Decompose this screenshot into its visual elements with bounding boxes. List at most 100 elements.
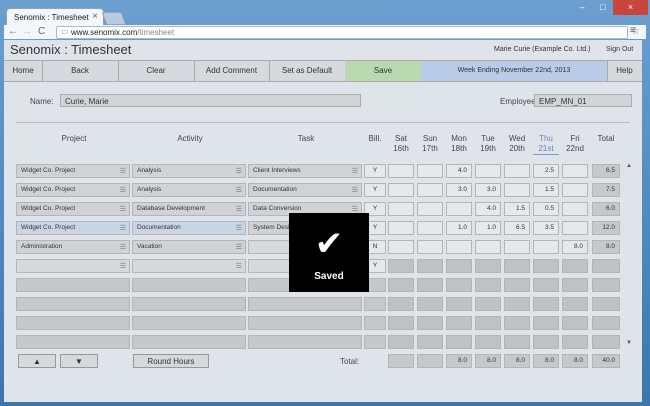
new-tab-button[interactable] xyxy=(101,12,127,25)
activity-value: Documentation xyxy=(137,224,181,231)
hours-input[interactable] xyxy=(388,202,414,216)
reload-icon[interactable]: C xyxy=(38,26,45,38)
hours-input[interactable]: 4.0 xyxy=(446,164,472,178)
disabled-hours-cell xyxy=(446,335,472,349)
hours-input[interactable] xyxy=(446,202,472,216)
hours-input[interactable] xyxy=(388,221,414,235)
disabled-hours-cell xyxy=(388,335,414,349)
add-comment-button[interactable]: Add Comment xyxy=(194,61,270,81)
list-icon: ☰ xyxy=(351,187,358,194)
billable-toggle[interactable]: Y xyxy=(364,164,386,178)
address-bar[interactable]: ▭ www.senomix.com/timesheet ☆ xyxy=(56,26,640,39)
row-total: 7.5 xyxy=(592,183,620,197)
tab-close-icon[interactable]: × xyxy=(92,11,98,22)
task-select[interactable]: Client Interviews ☰ xyxy=(248,164,362,178)
task-value: Client Interviews xyxy=(253,167,301,174)
name-label: Name: xyxy=(30,97,54,106)
hours-input[interactable]: 1.0 xyxy=(446,221,472,235)
project-select[interactable]: ☰ xyxy=(16,259,130,273)
hours-input[interactable] xyxy=(417,240,443,254)
project-select[interactable]: Administration ☰ xyxy=(16,240,130,254)
hours-input[interactable] xyxy=(533,240,559,254)
scroll-down-icon[interactable]: ▼ xyxy=(626,340,632,346)
hours-input[interactable]: 1.5 xyxy=(533,183,559,197)
hours-input[interactable]: 3.0 xyxy=(446,183,472,197)
day-column-header: Sun 17th xyxy=(422,134,438,153)
hours-input[interactable] xyxy=(562,164,588,178)
browser-tab[interactable]: Senomix : Timesheet × xyxy=(6,8,104,26)
hours-input[interactable]: 6.5 xyxy=(504,221,530,235)
project-value: Widget Co. Project xyxy=(21,224,76,231)
hours-input[interactable] xyxy=(417,221,443,235)
empty-total-cell xyxy=(592,335,620,349)
hours-input[interactable]: 8.0 xyxy=(562,240,588,254)
activity-select[interactable]: Database Development ☰ xyxy=(132,202,246,216)
row-total: 6.5 xyxy=(592,164,620,178)
save-button[interactable]: Save xyxy=(345,61,422,81)
set-default-button[interactable]: Set as Default xyxy=(269,61,346,81)
hours-input[interactable] xyxy=(475,240,501,254)
billable-toggle[interactable]: Y xyxy=(364,183,386,197)
hours-input[interactable] xyxy=(388,240,414,254)
back-button[interactable]: Back xyxy=(42,61,119,81)
total-label: Total: xyxy=(340,357,360,366)
project-select[interactable]: Widget Co. Project ☰ xyxy=(16,221,130,235)
move-row-down-button[interactable]: ▼ xyxy=(60,354,98,368)
activity-select[interactable]: Vacation ☰ xyxy=(132,240,246,254)
move-row-up-button[interactable]: ▲ xyxy=(18,354,56,368)
task-select[interactable]: Documentation ☰ xyxy=(248,183,362,197)
project-select[interactable]: Widget Co. Project ☰ xyxy=(16,202,130,216)
empty-project-cell xyxy=(16,297,130,311)
hours-input[interactable] xyxy=(562,183,588,197)
disabled-hours-cell xyxy=(533,259,559,273)
hours-input[interactable]: 1.0 xyxy=(475,221,501,235)
help-button[interactable]: Help xyxy=(607,61,642,81)
hours-input[interactable] xyxy=(562,202,588,216)
forward-arrow-icon[interactable]: → xyxy=(22,26,32,38)
hours-input[interactable] xyxy=(475,164,501,178)
day-column-header: Fri 22nd xyxy=(566,134,584,153)
name-field[interactable]: Curie, Marie xyxy=(60,94,361,107)
empty-billable-cell xyxy=(364,316,386,330)
activity-select[interactable]: ☰ xyxy=(132,259,246,273)
hours-input[interactable]: 4.0 xyxy=(475,202,501,216)
empty-activity-cell xyxy=(132,278,246,292)
hours-input[interactable]: 3.5 xyxy=(533,221,559,235)
hours-input[interactable] xyxy=(388,183,414,197)
close-window-icon[interactable]: × xyxy=(613,0,648,15)
empty-activity-cell xyxy=(132,316,246,330)
hours-input[interactable]: 0.5 xyxy=(533,202,559,216)
round-hours-button[interactable]: Round Hours xyxy=(133,354,209,368)
hours-input[interactable] xyxy=(417,183,443,197)
back-arrow-icon[interactable]: ← xyxy=(8,26,18,38)
day-total: 8.0 xyxy=(562,354,588,368)
maximize-icon[interactable]: □ xyxy=(593,0,613,15)
hours-input[interactable] xyxy=(562,221,588,235)
project-select[interactable]: Widget Co. Project ☰ xyxy=(16,183,130,197)
hours-input[interactable] xyxy=(417,164,443,178)
hours-input[interactable] xyxy=(446,240,472,254)
empty-total-cell xyxy=(592,259,620,273)
activity-select[interactable]: Analysis ☰ xyxy=(132,183,246,197)
employee-number-field[interactable]: EMP_MN_01 xyxy=(534,94,632,107)
divider xyxy=(16,122,630,123)
sign-out-link[interactable]: Sign Out xyxy=(606,46,633,53)
hours-input[interactable]: 1.5 xyxy=(504,202,530,216)
activity-select[interactable]: Documentation ☰ xyxy=(132,221,246,235)
list-icon: ☰ xyxy=(235,225,242,232)
hours-input[interactable] xyxy=(388,164,414,178)
hours-input[interactable] xyxy=(504,164,530,178)
activity-select[interactable]: Analysis ☰ xyxy=(132,164,246,178)
browser-menu-icon[interactable]: ≡ xyxy=(630,25,636,36)
clear-button[interactable]: Clear xyxy=(118,61,195,81)
home-button[interactable]: Home xyxy=(4,61,43,81)
minimize-icon[interactable]: – xyxy=(571,0,593,15)
hours-input[interactable] xyxy=(417,202,443,216)
hours-input[interactable]: 3.0 xyxy=(475,183,501,197)
project-value: Widget Co. Project xyxy=(21,167,76,174)
scroll-up-icon[interactable]: ▲ xyxy=(626,163,632,169)
hours-input[interactable] xyxy=(504,183,530,197)
hours-input[interactable]: 2.5 xyxy=(533,164,559,178)
hours-input[interactable] xyxy=(504,240,530,254)
project-select[interactable]: Widget Co. Project ☰ xyxy=(16,164,130,178)
